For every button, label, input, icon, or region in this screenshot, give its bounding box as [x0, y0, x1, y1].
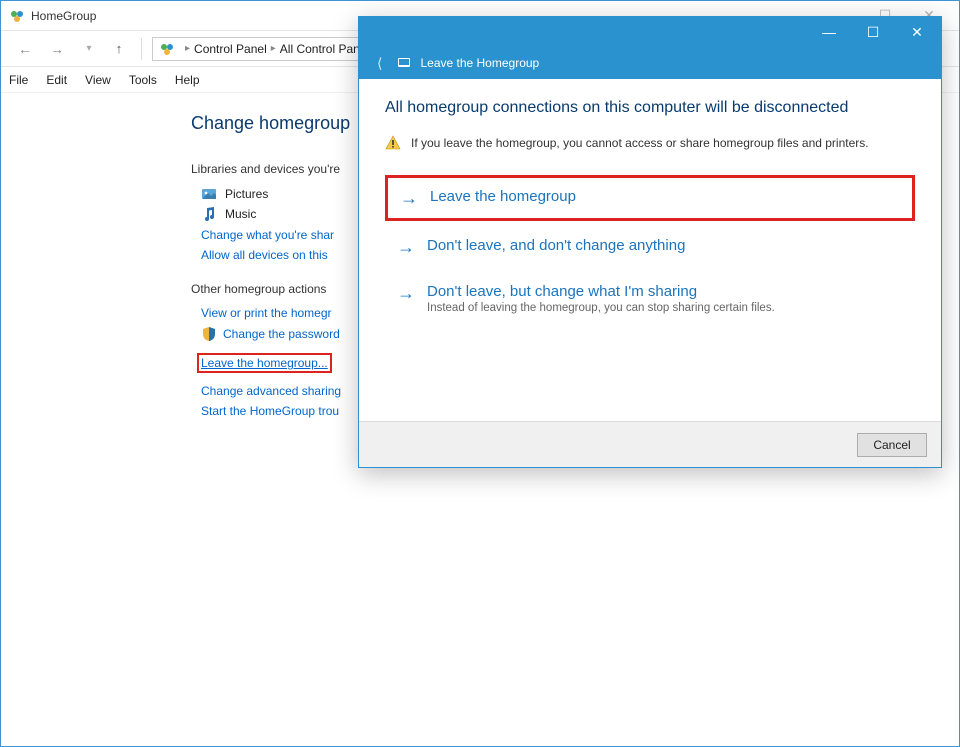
library-label: Music — [225, 207, 256, 221]
window-title: HomeGroup — [31, 9, 96, 23]
arrow-right-icon: → — [397, 237, 415, 257]
dialog-titlebar[interactable]: — ☐ ✕ — [359, 17, 941, 47]
music-icon — [201, 206, 217, 222]
breadcrumb-item[interactable]: All Control Panel — [280, 42, 369, 56]
warning-icon — [385, 135, 401, 151]
dialog-header: ⟨ Leave the Homegroup — [359, 47, 941, 79]
leave-homegroup-dialog: — ☐ ✕ ⟨ Leave the Homegroup All homegrou… — [358, 16, 942, 468]
breadcrumb-item[interactable]: Control Panel — [194, 42, 267, 56]
link-label: Change the password — [223, 327, 340, 341]
option-subtext: Instead of leaving the homegroup, you ca… — [427, 302, 775, 314]
dialog-window-controls: — ☐ ✕ — [807, 18, 939, 46]
dialog-footer: Cancel — [359, 421, 941, 467]
homegroup-icon — [159, 41, 175, 57]
menu-help[interactable]: Help — [175, 73, 200, 87]
menu-view[interactable]: View — [85, 73, 111, 87]
nav-forward-button[interactable]: → — [43, 35, 71, 63]
arrow-right-icon: → — [400, 188, 418, 208]
chevron-right-icon: ▸ — [185, 43, 190, 54]
nav-recent-dropdown[interactable]: ▾ — [75, 35, 103, 63]
option-dont-leave-change[interactable]: → Don't leave, but change what I'm shari… — [385, 273, 915, 324]
option-label: Don't leave, but change what I'm sharing — [427, 283, 775, 300]
option-leave-homegroup[interactable]: → Leave the homegroup — [385, 175, 915, 221]
dialog-warning-row: If you leave the homegroup, you cannot a… — [385, 135, 915, 151]
option-label: Leave the homegroup — [430, 188, 576, 205]
pictures-icon — [201, 186, 217, 202]
dialog-body: All homegroup connections on this comput… — [359, 79, 941, 421]
breadcrumb[interactable]: ▸ Control Panel ▸ All Control Panel — [152, 37, 392, 61]
dialog-heading: All homegroup connections on this comput… — [385, 99, 915, 117]
dialog-minimize-button[interactable]: — — [807, 18, 851, 46]
nav-back-button[interactable]: ← — [11, 35, 39, 63]
link-leave-homegroup[interactable]: Leave the homegroup... — [197, 354, 332, 372]
arrow-right-icon: → — [397, 283, 415, 303]
option-dont-leave[interactable]: → Don't leave, and don't change anything — [385, 227, 915, 267]
menu-file[interactable]: File — [9, 73, 28, 87]
chevron-right-icon: ▸ — [271, 43, 276, 54]
separator — [141, 38, 142, 60]
homegroup-icon — [9, 8, 25, 24]
shield-icon — [201, 326, 217, 342]
cancel-button[interactable]: Cancel — [857, 433, 927, 457]
dialog-title: Leave the Homegroup — [420, 56, 539, 70]
link-label: Leave the homegroup... — [197, 353, 332, 373]
option-label: Don't leave, and don't change anything — [427, 237, 685, 254]
menu-edit[interactable]: Edit — [46, 73, 67, 87]
library-label: Pictures — [225, 187, 268, 201]
dialog-maximize-button[interactable]: ☐ — [851, 18, 895, 46]
dialog-warning-text: If you leave the homegroup, you cannot a… — [411, 136, 869, 150]
homegroup-small-icon — [396, 55, 412, 71]
dialog-close-button[interactable]: ✕ — [895, 18, 939, 46]
menu-tools[interactable]: Tools — [129, 73, 157, 87]
dialog-back-icon[interactable]: ⟨ — [377, 55, 382, 72]
nav-up-button[interactable]: ↑ — [107, 37, 131, 61]
